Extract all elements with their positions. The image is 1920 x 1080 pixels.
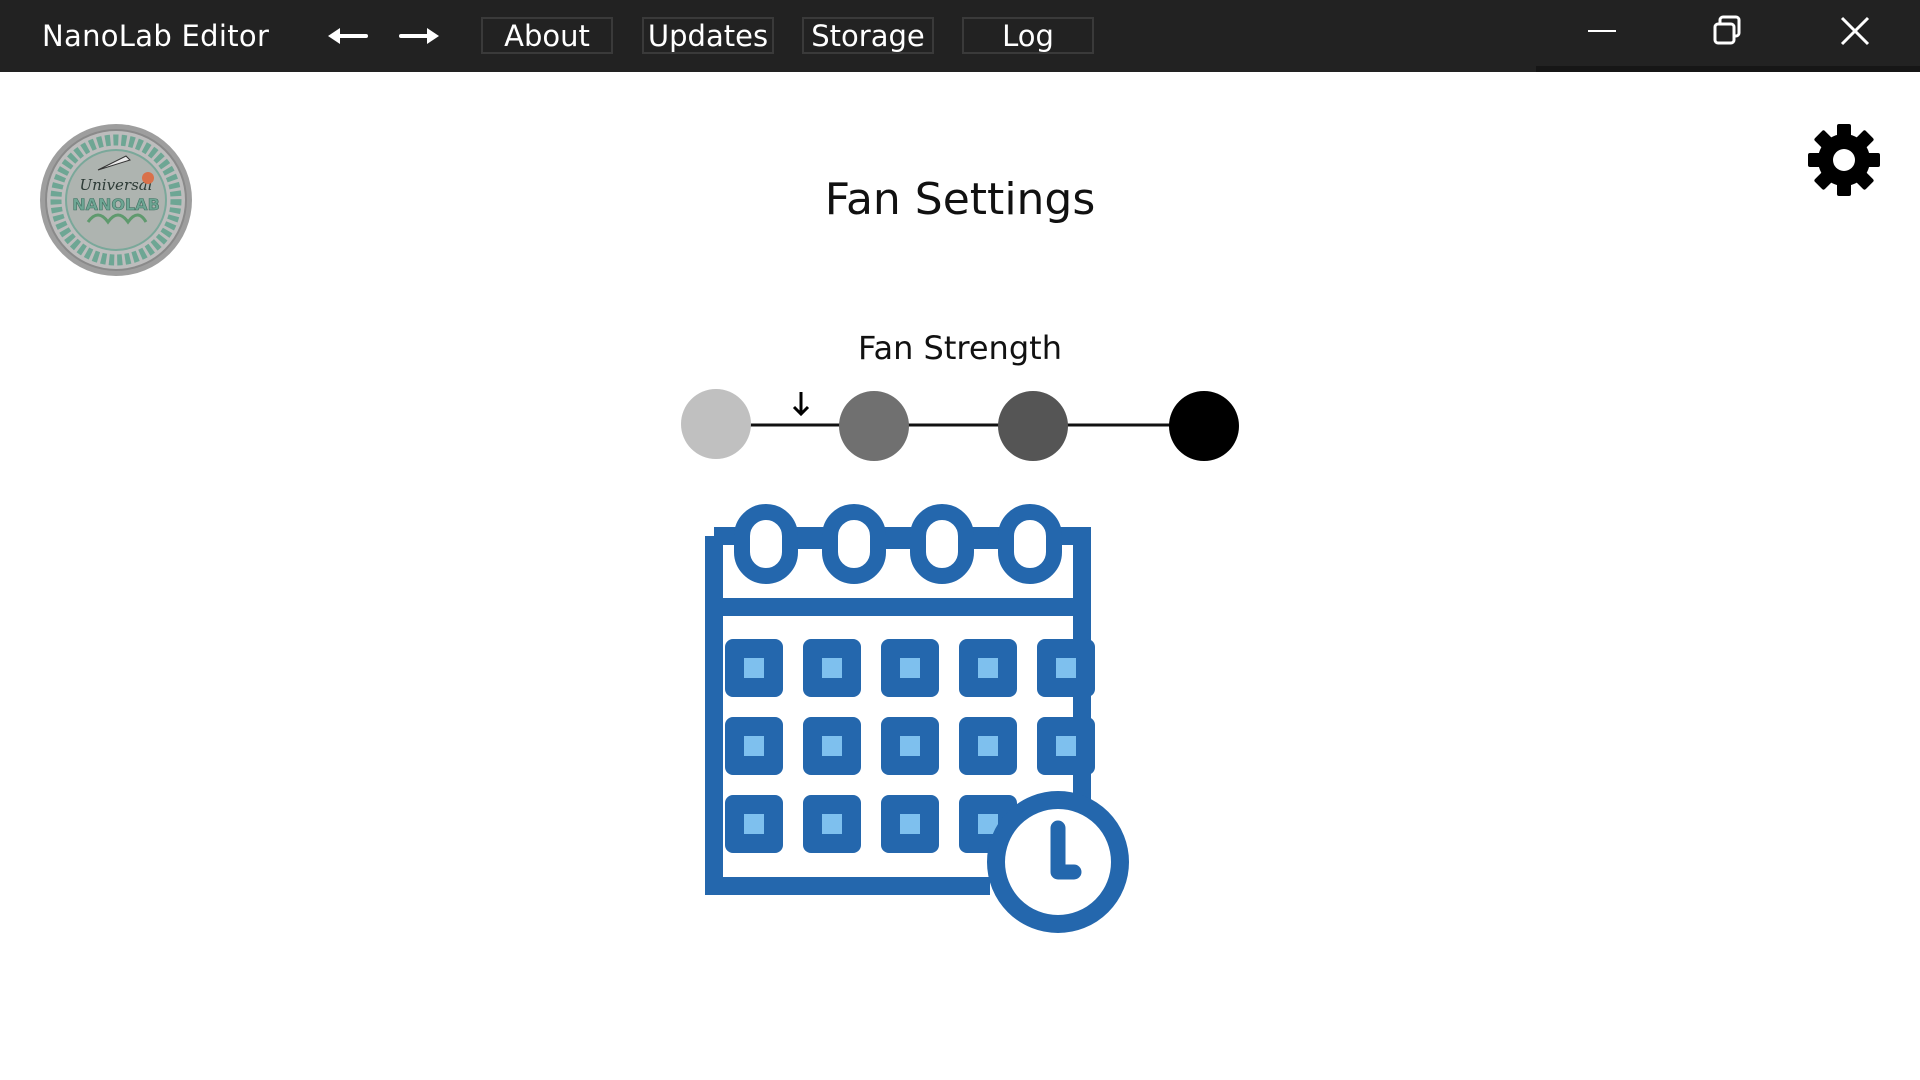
fan-strength-track <box>681 389 1239 461</box>
arrow-right-icon <box>399 28 439 44</box>
forward-button[interactable] <box>397 18 441 54</box>
restore-icon <box>1713 15 1741 45</box>
svg-text:Universal: Universal <box>79 176 152 194</box>
fan-level-1[interactable] <box>681 389 751 459</box>
arrow-left-icon <box>328 28 368 44</box>
close-button[interactable] <box>1831 10 1879 54</box>
title-bar-accent <box>1536 66 1920 72</box>
schedule-button[interactable] <box>700 490 1220 940</box>
svg-text:NANOLAB: NANOLAB <box>72 195 160 214</box>
menu-updates-button[interactable]: Updates <box>642 17 774 54</box>
minimize-button[interactable] <box>1578 10 1626 54</box>
fan-level-2[interactable] <box>839 391 909 461</box>
menu-storage-button[interactable]: Storage <box>802 17 934 54</box>
fan-strength-marker <box>792 392 810 417</box>
back-button[interactable] <box>326 18 370 54</box>
menu-log-button[interactable]: Log <box>962 17 1094 54</box>
fan-level-4[interactable] <box>1169 391 1239 461</box>
fan-level-3[interactable] <box>998 391 1068 461</box>
restore-button[interactable] <box>1703 10 1751 54</box>
fan-strength-slider[interactable] <box>660 380 1260 470</box>
close-icon <box>1840 16 1870 46</box>
title-bar: NanoLab Editor About Updates Storage Log <box>0 0 1920 72</box>
nanolab-logo: Universal NANOLAB <box>38 122 194 278</box>
fan-strength-label: Fan Strength <box>858 329 1062 367</box>
settings-button[interactable] <box>1806 122 1882 198</box>
menu-about-button[interactable]: About <box>481 17 613 54</box>
calendar-clock-icon <box>705 504 1129 933</box>
nanolab-seal-icon: Universal NANOLAB <box>40 124 192 276</box>
app-title: NanoLab Editor <box>42 19 270 53</box>
minimize-icon <box>1588 30 1616 32</box>
page-title: Fan Settings <box>824 174 1096 225</box>
gear-icon <box>1808 124 1880 196</box>
